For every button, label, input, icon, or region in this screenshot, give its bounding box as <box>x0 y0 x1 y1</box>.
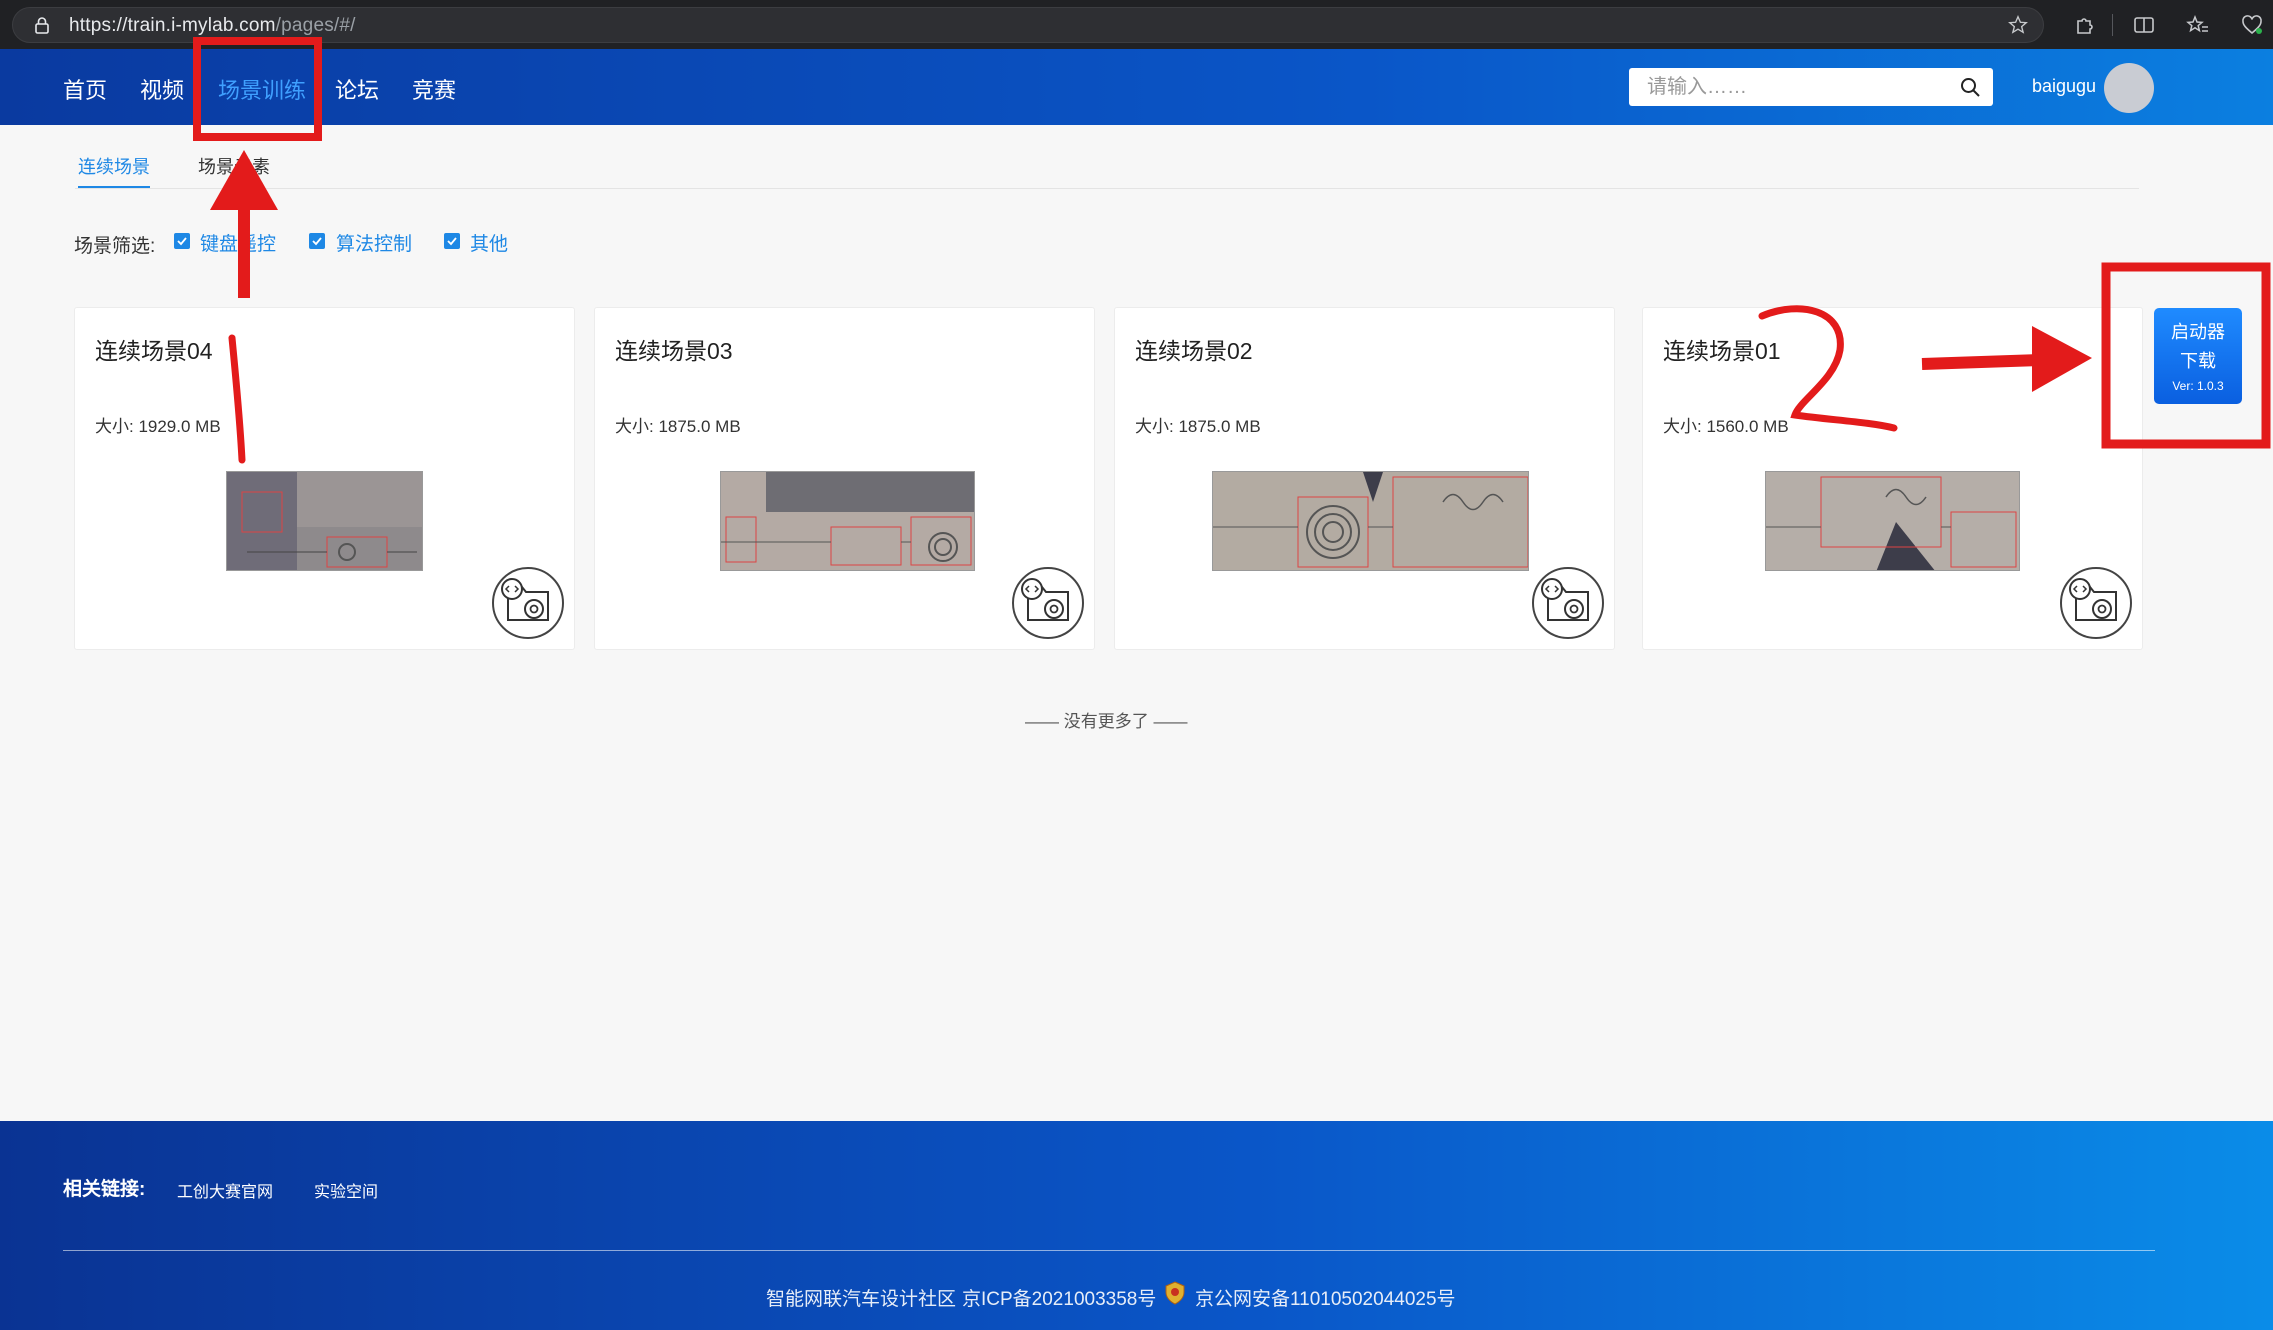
copilot-icon[interactable] <box>2240 13 2264 37</box>
scene-card-size: 大小: 1875.0 MB <box>615 417 741 436</box>
filter-other-checkbox[interactable] <box>444 233 460 249</box>
scene-thumbnail <box>720 471 975 571</box>
url-host: https://train.i-mylab.com <box>69 15 276 36</box>
nav-home[interactable]: 首页 <box>63 73 107 105</box>
username[interactable]: baigugu <box>2032 76 2096 97</box>
filter-algorithm-checkbox[interactable] <box>309 233 325 249</box>
launcher-download-button[interactable]: 启动器 下载 Ver: 1.0.3 <box>2154 308 2242 404</box>
nav-video[interactable]: 视频 <box>140 73 184 105</box>
no-more-text: —— 没有更多了 —— <box>1025 712 1188 731</box>
extensions-icon[interactable] <box>2072 13 2096 37</box>
footer-link-competition[interactable]: 工创大赛官网 <box>177 1178 273 1202</box>
footer-divider <box>63 1250 2155 1251</box>
bookmark-star-icon[interactable] <box>2007 14 2029 36</box>
tab-continuous-scenes[interactable]: 连续场景 <box>78 153 150 179</box>
search-box <box>1629 68 1993 106</box>
scene-settings-icon[interactable] <box>492 567 564 639</box>
footer-icp[interactable]: 京ICP备2021003358号 <box>962 1284 1156 1311</box>
scene-card-size: 大小: 1560.0 MB <box>1663 417 1789 436</box>
scene-card[interactable]: 连续场景02 大小: 1875.0 MB <box>1114 307 1615 650</box>
launcher-download-label: 下载 <box>2180 351 2216 371</box>
tab-scene-elements[interactable]: 场景元素 <box>198 153 270 179</box>
footer-links-label: 相关链接: <box>63 1179 146 1200</box>
split-screen-icon[interactable] <box>2132 13 2156 37</box>
search-input[interactable] <box>1647 74 1947 100</box>
nav-scene-training[interactable]: 场景训练 <box>218 73 306 105</box>
footer-link-lab-space[interactable]: 实验空间 <box>314 1178 378 1202</box>
scene-settings-icon[interactable] <box>1532 567 1604 639</box>
url-text[interactable]: https://train.i-mylab.com/pages/#/ <box>69 15 356 37</box>
scene-card-title: 连续场景02 <box>1135 338 1253 364</box>
scene-settings-icon[interactable] <box>1012 567 1084 639</box>
launcher-label: 启动器 <box>2171 322 2225 342</box>
url-path: /pages/#/ <box>275 15 356 36</box>
scene-card[interactable]: 连续场景01 大小: 1560.0 MB <box>1642 307 2143 650</box>
filter-algorithm-label[interactable]: 算法控制 <box>336 229 412 256</box>
site-footer: 相关链接: 工创大赛官网 实验空间 智能网联汽车设计社区 京ICP备202100… <box>0 1121 2273 1330</box>
checkmark-icon <box>447 237 457 246</box>
scene-card-title: 连续场景04 <box>95 338 213 364</box>
toolbar-divider <box>2112 14 2113 36</box>
scene-thumbnail <box>226 471 423 571</box>
lock-icon <box>35 17 49 34</box>
scene-card[interactable]: 连续场景04 大小: 1929.0 MB <box>74 307 575 650</box>
search-icon[interactable] <box>1959 76 1981 98</box>
browser-toolbar: https://train.i-mylab.com/pages/#/ <box>0 0 2273 49</box>
scene-card-size: 大小: 1875.0 MB <box>1135 417 1261 436</box>
checkmark-icon <box>312 237 322 246</box>
launcher-version: Ver: 1.0.3 <box>2172 379 2224 393</box>
footer-org: 智能网联汽车设计社区 <box>766 1289 957 1310</box>
scene-card-title: 连续场景01 <box>1663 338 1781 364</box>
favorites-icon[interactable] <box>2186 13 2210 37</box>
filter-label: 场景筛选: <box>74 236 156 257</box>
scene-card[interactable]: 连续场景03 大小: 1875.0 MB <box>594 307 1095 650</box>
scene-settings-icon[interactable] <box>2060 567 2132 639</box>
scene-thumbnail <box>1212 471 1529 571</box>
scene-card-title: 连续场景03 <box>615 338 733 364</box>
avatar[interactable] <box>2104 63 2154 113</box>
filter-keyboard-checkbox[interactable] <box>174 233 190 249</box>
site-header: 首页 视频 场景训练 论坛 竞赛 baigugu <box>0 49 2273 125</box>
address-bar[interactable]: https://train.i-mylab.com/pages/#/ <box>12 7 2044 43</box>
footer-police-record[interactable]: 京公网安备11010502044025号 <box>1195 1284 1456 1311</box>
scene-card-size: 大小: 1929.0 MB <box>95 417 221 436</box>
filter-keyboard-label[interactable]: 键盘遥控 <box>200 229 276 256</box>
checkmark-icon <box>177 237 187 246</box>
filter-other-label[interactable]: 其他 <box>470 229 508 256</box>
scene-thumbnail <box>1765 471 2020 571</box>
nav-competition[interactable]: 竞赛 <box>412 73 456 105</box>
tabs-divider <box>75 188 2139 189</box>
police-badge-icon <box>1165 1281 1185 1305</box>
nav-forum[interactable]: 论坛 <box>335 73 379 105</box>
